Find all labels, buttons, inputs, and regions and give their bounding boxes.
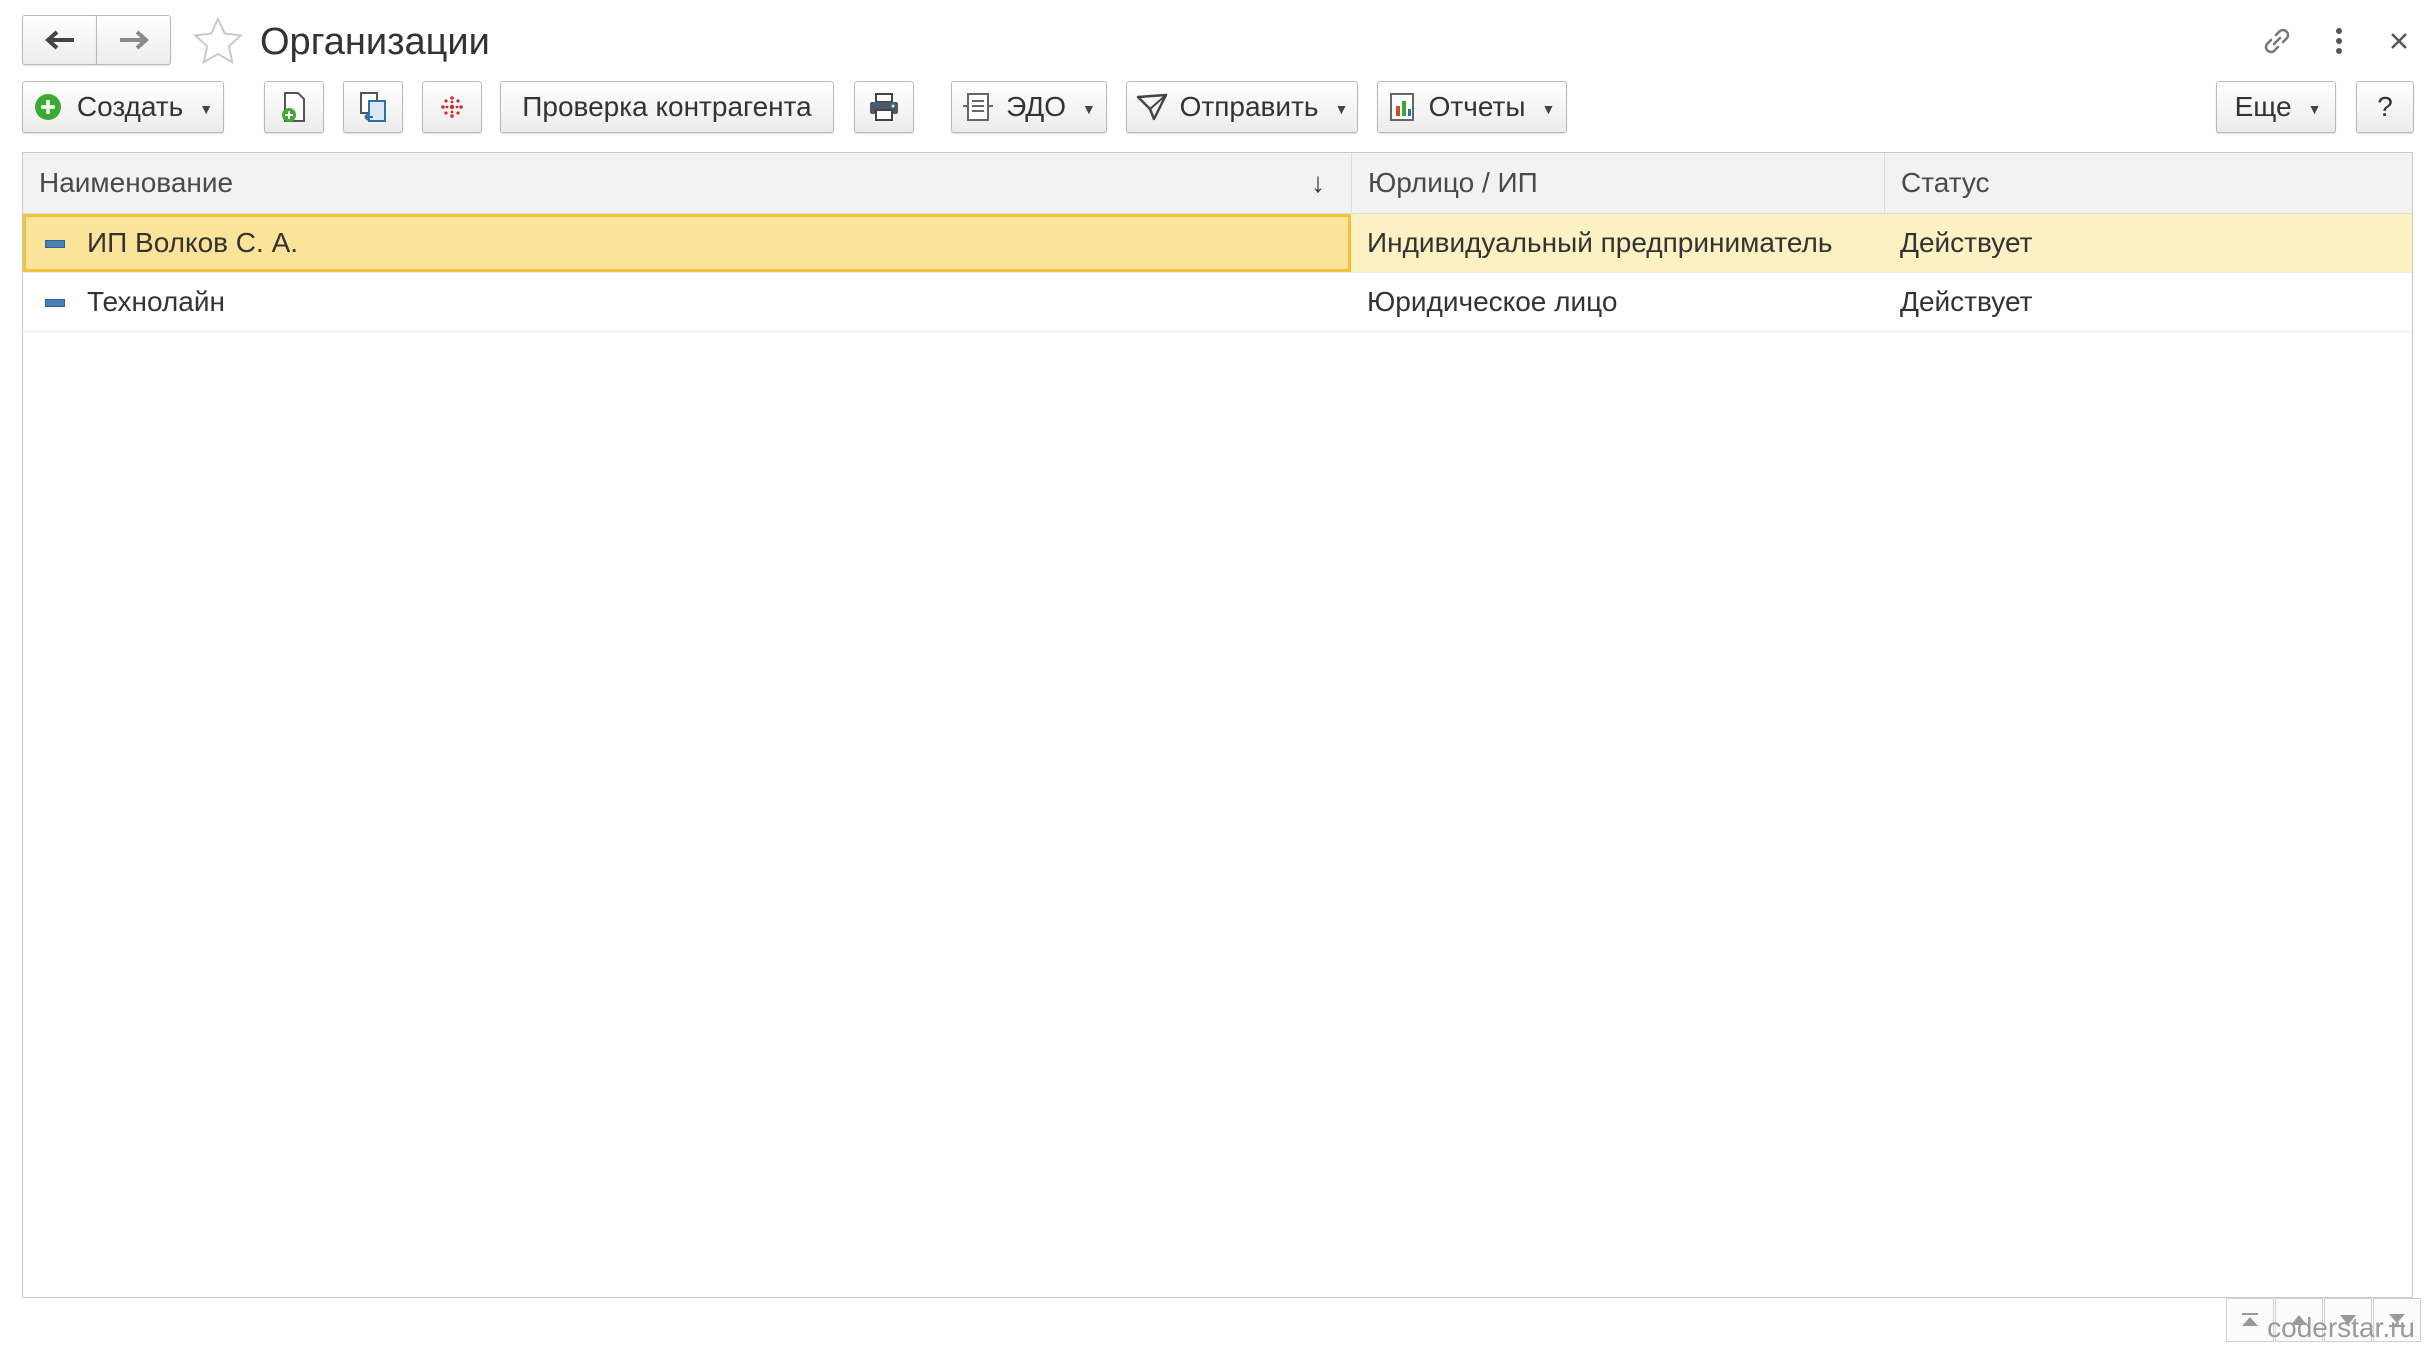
chevron-down-icon: ▼ xyxy=(2307,101,2322,117)
watermark-text: coderstar.ru xyxy=(2267,1312,2415,1343)
printer-icon xyxy=(868,93,900,121)
row-marker-icon xyxy=(45,240,65,248)
row-type-cell: Юридическое лицо xyxy=(1367,286,1618,317)
print-button[interactable] xyxy=(854,81,914,133)
row-name-cell[interactable]: ИП Волков С. А. xyxy=(23,214,1351,272)
report-chart-icon xyxy=(1389,92,1417,122)
chevron-down-icon: ▼ xyxy=(1082,101,1096,117)
window-title: Организации xyxy=(260,21,490,63)
send-icon xyxy=(1136,93,1168,121)
chevron-down-icon: ▼ xyxy=(1334,101,1349,117)
structure-button[interactable] xyxy=(422,81,482,133)
close-icon[interactable] xyxy=(2376,18,2422,64)
table-row[interactable]: ИП Волков С. А. Индивидуальный предприни… xyxy=(23,214,2412,273)
row-marker-icon xyxy=(45,299,65,307)
column-header-status[interactable]: Статус xyxy=(1884,153,2414,213)
sort-arrow-icon: ↓ xyxy=(1311,167,1325,198)
check-counterparty-button[interactable]: Проверка контрагента xyxy=(500,81,834,133)
reports-button[interactable]: Отчеты ▼ xyxy=(1377,81,1567,133)
column-header-name[interactable]: Наименование ↓ xyxy=(23,153,1351,213)
link-icon[interactable] xyxy=(2254,18,2300,64)
copy-document-button[interactable] xyxy=(264,81,324,133)
help-button[interactable]: ? xyxy=(2356,81,2414,133)
back-button[interactable] xyxy=(22,15,97,65)
more-vertical-icon[interactable] xyxy=(2316,18,2362,64)
chevron-down-icon: ▼ xyxy=(1541,101,1556,117)
chevron-down-icon: ▼ xyxy=(199,101,214,117)
row-status-cell: Действует xyxy=(1900,286,2033,317)
navigation-buttons xyxy=(22,15,172,65)
forward-button[interactable] xyxy=(96,15,171,65)
arrow-left-icon xyxy=(44,28,76,52)
row-name-cell[interactable]: Технолайн xyxy=(23,273,1351,331)
row-type-cell: Индивидуальный предприниматель xyxy=(1367,227,1833,258)
scroll-top-icon xyxy=(2240,1312,2260,1328)
column-header-type[interactable]: Юрлицо / ИП xyxy=(1351,153,1884,213)
favorite-star-icon[interactable] xyxy=(190,14,246,70)
document-add-icon xyxy=(279,91,309,123)
arrow-right-icon xyxy=(118,28,150,52)
edo-button[interactable]: ЭДО ▼ xyxy=(951,81,1107,133)
table-header: Наименование ↓ Юрлицо / ИП Статус xyxy=(23,153,2412,214)
plus-circle-icon xyxy=(33,92,63,122)
create-button[interactable]: Создать ▼ xyxy=(22,81,224,133)
table-row[interactable]: Технолайн Юридическое лицо Действует xyxy=(23,273,2412,332)
more-button[interactable]: Еще ▼ xyxy=(2216,81,2336,133)
dots-asterisk-icon xyxy=(437,92,467,122)
edo-icon xyxy=(962,92,994,122)
row-status-cell: Действует xyxy=(1900,227,2033,258)
organizations-table: Наименование ↓ Юрлицо / ИП Статус ИП Вол… xyxy=(22,152,2413,1298)
document-swap-icon xyxy=(357,91,389,123)
replace-document-button[interactable] xyxy=(343,81,403,133)
send-button[interactable]: Отправить ▼ xyxy=(1126,81,1358,133)
